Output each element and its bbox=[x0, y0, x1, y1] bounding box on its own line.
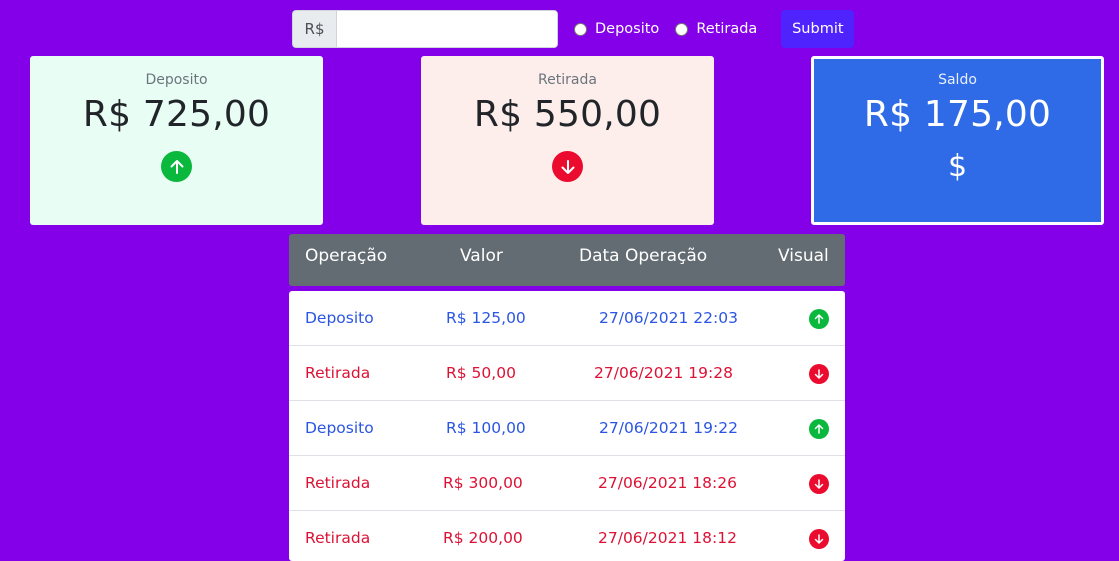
arrow-up-icon bbox=[809, 309, 829, 329]
row-data: 27/06/2021 18:12 bbox=[598, 529, 737, 547]
dollar-icon: $ bbox=[947, 149, 968, 184]
radio-retirada-button[interactable] bbox=[675, 22, 689, 36]
arrow-up-icon bbox=[161, 151, 192, 182]
header-data-operacao: Data Operação bbox=[579, 246, 708, 266]
table-header: Operação Valor Data Operação Visual bbox=[289, 234, 845, 286]
arrow-up-icon bbox=[809, 419, 829, 439]
deposito-card: Deposito R$ 725,00 bbox=[30, 56, 323, 225]
row-operacao: Retirada bbox=[305, 529, 371, 547]
saldo-card-label: Saldo bbox=[938, 72, 977, 88]
radio-deposito-label: Deposito bbox=[595, 21, 660, 37]
radio-deposito-button[interactable] bbox=[574, 22, 587, 36]
retirada-card-label: Retirada bbox=[538, 72, 597, 88]
table-row: Deposito R$ 100,00 27/06/2021 19:22 bbox=[289, 401, 845, 456]
arrow-down-icon bbox=[552, 151, 583, 182]
arrow-down-icon bbox=[809, 364, 829, 384]
row-operacao: Retirada bbox=[305, 364, 371, 382]
arrow-down-icon bbox=[809, 529, 829, 549]
amount-input[interactable] bbox=[336, 10, 558, 48]
row-valor: R$ 100,00 bbox=[446, 419, 526, 437]
radio-retirada[interactable]: Retirada bbox=[675, 21, 757, 37]
submit-button[interactable]: Submit bbox=[781, 10, 855, 48]
table-row: Deposito R$ 125,00 27/06/2021 22:03 bbox=[289, 291, 845, 346]
row-data: 27/06/2021 22:03 bbox=[599, 309, 738, 327]
transaction-form: R$ Deposito Retirada Submit bbox=[292, 10, 855, 48]
saldo-card-amount: R$ 175,00 bbox=[863, 94, 1052, 135]
row-valor: R$ 300,00 bbox=[443, 474, 523, 492]
row-operacao: Retirada bbox=[305, 474, 371, 492]
table-row: Retirada R$ 300,00 27/06/2021 18:26 bbox=[289, 456, 845, 511]
header-visual: Visual bbox=[778, 246, 829, 266]
row-valor: R$ 200,00 bbox=[443, 529, 523, 547]
row-valor: R$ 125,00 bbox=[446, 309, 526, 327]
row-operacao: Deposito bbox=[305, 419, 374, 437]
row-operacao: Deposito bbox=[305, 309, 374, 327]
radio-retirada-label: Retirada bbox=[696, 21, 758, 37]
radio-deposito[interactable]: Deposito bbox=[574, 21, 659, 37]
saldo-card: Saldo R$ 175,00 $ bbox=[811, 56, 1104, 225]
arrow-down-icon bbox=[809, 474, 829, 494]
table-row: Retirada R$ 200,00 27/06/2021 18:12 bbox=[289, 511, 845, 561]
table-row: Retirada R$ 50,00 27/06/2021 19:28 bbox=[289, 346, 845, 401]
row-valor: R$ 50,00 bbox=[446, 364, 516, 382]
deposito-card-label: Deposito bbox=[145, 72, 208, 88]
retirada-card-amount: R$ 550,00 bbox=[473, 94, 662, 135]
header-operacao: Operação bbox=[305, 246, 388, 266]
header-valor: Valor bbox=[460, 246, 503, 266]
transactions-table: Deposito R$ 125,00 27/06/2021 22:03 Reti… bbox=[289, 291, 845, 561]
row-data: 27/06/2021 18:26 bbox=[598, 474, 737, 492]
currency-addon: R$ bbox=[292, 10, 336, 48]
row-data: 27/06/2021 19:28 bbox=[594, 364, 733, 382]
amount-input-group: R$ bbox=[292, 10, 558, 48]
row-data: 27/06/2021 19:22 bbox=[599, 419, 738, 437]
deposito-card-amount: R$ 725,00 bbox=[82, 94, 271, 135]
retirada-card: Retirada R$ 550,00 bbox=[421, 56, 714, 225]
